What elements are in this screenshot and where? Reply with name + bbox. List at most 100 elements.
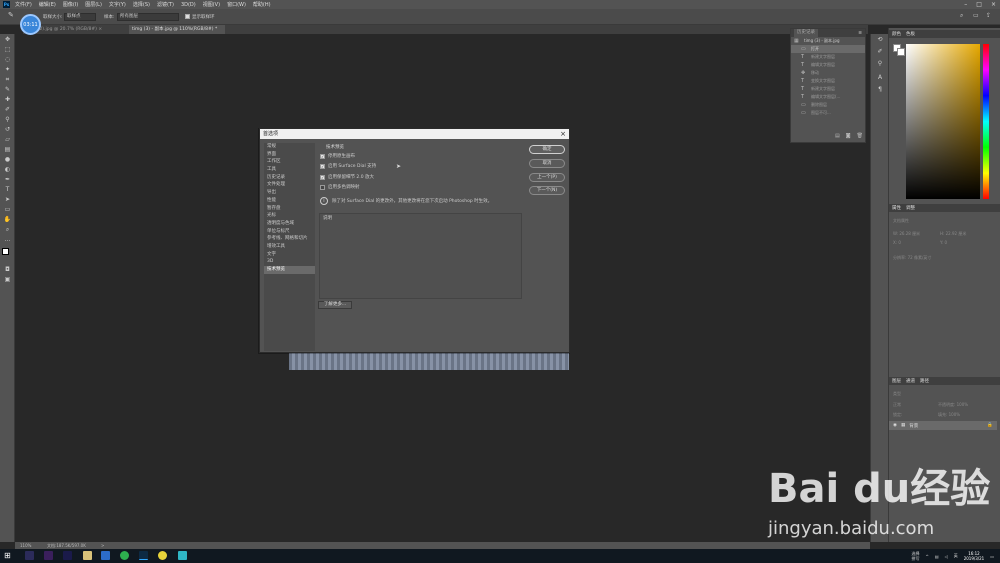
- properties-width[interactable]: W: 26.28 厘米: [893, 231, 920, 237]
- paragraph-panel-icon[interactable]: ¶: [875, 86, 885, 95]
- history-row[interactable]: T 编辑文字图层: [791, 61, 865, 69]
- search-icon[interactable]: ⌕: [960, 12, 963, 20]
- hue-slider[interactable]: [983, 44, 989, 199]
- category-tech-preview[interactable]: 技术预览: [264, 266, 315, 274]
- checkbox-checked-icon[interactable]: ✓: [320, 174, 325, 180]
- sample-select[interactable]: 所有图层: [117, 13, 179, 21]
- fill-field[interactable]: 填充: 100%: [938, 412, 960, 418]
- gradient-tool-icon[interactable]: ▤: [2, 146, 13, 154]
- category-workspace[interactable]: 工作区: [264, 158, 315, 166]
- file-explorer-icon[interactable]: [83, 551, 92, 560]
- path-select-tool-icon[interactable]: ➤: [2, 196, 13, 204]
- blur-tool-icon[interactable]: ●: [2, 156, 13, 164]
- zoom-level[interactable]: 110%: [20, 543, 31, 548]
- history-row[interactable]: ▭ 图层不可...: [791, 109, 865, 117]
- opacity-field[interactable]: 不透明度: 100%: [938, 402, 968, 408]
- properties-x[interactable]: X: 0: [893, 240, 901, 245]
- hand-tool-icon[interactable]: ✋: [2, 216, 13, 224]
- menu-edit[interactable]: 编辑(E): [39, 1, 56, 8]
- clone-source-icon[interactable]: ⚲: [875, 60, 885, 69]
- category-scratch-disks[interactable]: 暂存盘: [264, 205, 315, 213]
- category-export[interactable]: 导出: [264, 189, 315, 197]
- tab-swatches[interactable]: 色板: [906, 31, 915, 37]
- checkbox-checked-icon[interactable]: ✓: [320, 153, 325, 159]
- category-cursors[interactable]: 光标: [264, 212, 315, 220]
- premiere-pro-icon[interactable]: [44, 551, 53, 560]
- properties-height[interactable]: H: 22.92 厘米: [940, 231, 966, 237]
- blend-mode-select[interactable]: 正常: [893, 402, 901, 408]
- dialog-close-button[interactable]: ×: [560, 129, 566, 139]
- more-tools-icon[interactable]: …: [2, 236, 13, 244]
- crop-tool-icon[interactable]: ⌗: [2, 76, 13, 84]
- category-history[interactable]: 历史记录: [264, 174, 315, 182]
- checkbox-unchecked-icon[interactable]: [320, 184, 325, 190]
- app-icon-teal[interactable]: [178, 551, 187, 560]
- category-tools[interactable]: 工具: [264, 166, 315, 174]
- ime-lang[interactable]: 选择 拼写: [911, 551, 919, 561]
- ime-indicator[interactable]: 英: [954, 553, 958, 559]
- brush-tool-icon[interactable]: ✐: [2, 106, 13, 114]
- option-row[interactable]: ✓ 启用保留细节 2.0 放大: [320, 174, 374, 180]
- category-plugins[interactable]: 增效工具: [264, 243, 315, 251]
- history-snapshot[interactable]: ▦ timg (3) - 副本.jpg: [791, 37, 865, 45]
- history-brush-tool-icon[interactable]: ↺: [2, 126, 13, 134]
- history-row[interactable]: ▭ 打开: [791, 45, 865, 53]
- notification-icon[interactable]: ▭: [990, 554, 994, 559]
- panel-menu-icon[interactable]: ≡: [858, 31, 862, 36]
- dodge-tool-icon[interactable]: ◐: [2, 166, 13, 174]
- ok-button[interactable]: 确定: [529, 145, 565, 154]
- screen-mode-icon[interactable]: ▣: [2, 276, 13, 284]
- tab-history[interactable]: 历史记录: [794, 29, 818, 37]
- menu-image[interactable]: 图像(I): [63, 1, 78, 8]
- volume-icon[interactable]: ◁: [945, 554, 948, 559]
- trash-icon[interactable]: 🗑: [857, 133, 863, 139]
- tab-channels[interactable]: 通道: [906, 378, 915, 384]
- menu-help[interactable]: 帮助(H): [253, 1, 271, 8]
- show-ring-checkbox[interactable]: [185, 14, 190, 19]
- new-document-icon[interactable]: ▤: [835, 133, 840, 139]
- download-icon[interactable]: [101, 551, 110, 560]
- category-units[interactable]: 单位与标尺: [264, 228, 315, 236]
- pen-tool-icon[interactable]: ✒: [2, 176, 13, 184]
- network-icon[interactable]: ▤: [935, 554, 939, 559]
- checkbox-checked-icon[interactable]: ✓: [320, 163, 325, 169]
- tab-layers[interactable]: 图层: [892, 378, 901, 384]
- lasso-tool-icon[interactable]: ◌: [2, 56, 13, 64]
- layer-row-background[interactable]: ◉ ▦ 背景 🔒: [889, 421, 997, 430]
- quick-mask-icon[interactable]: ◘: [2, 266, 13, 274]
- category-transparency[interactable]: 透明度与色域: [264, 220, 315, 228]
- menu-type[interactable]: 文字(Y): [109, 1, 126, 8]
- tab-adjustments[interactable]: 调整: [906, 205, 915, 211]
- premiere-icon[interactable]: [25, 551, 34, 560]
- option-row[interactable]: ✓ 停用原生画布: [320, 153, 355, 159]
- eraser-tool-icon[interactable]: ▱: [2, 136, 13, 144]
- camera-icon[interactable]: ◙: [846, 133, 851, 139]
- history-row[interactable]: T 新建文字图层: [791, 85, 865, 93]
- eye-visibility-icon[interactable]: ◉: [893, 423, 897, 428]
- type-tool-icon[interactable]: T: [2, 186, 13, 194]
- tab-paths[interactable]: 路径: [920, 378, 929, 384]
- category-3d[interactable]: 3D: [264, 258, 315, 266]
- tab-color[interactable]: 颜色: [892, 31, 901, 37]
- close-icon[interactable]: ×: [991, 1, 996, 8]
- status-menu-arrow[interactable]: >: [101, 543, 104, 548]
- prev-button[interactable]: 上一个(P): [529, 173, 565, 182]
- healing-tool-icon[interactable]: ✚: [2, 96, 13, 104]
- move-tool-icon[interactable]: ✥: [2, 36, 13, 44]
- option-row[interactable]: ✓ 启用 Surface Dial 支持: [320, 163, 376, 169]
- tab-properties[interactable]: 属性: [892, 205, 901, 211]
- stamp-tool-icon[interactable]: ⚲: [2, 116, 13, 124]
- menu-file[interactable]: 文件(F): [15, 1, 32, 8]
- quick-select-tool-icon[interactable]: ✦: [2, 66, 13, 74]
- zoom-tool-icon[interactable]: ⌕: [2, 226, 13, 234]
- color-picker-field[interactable]: [906, 44, 980, 199]
- history-row[interactable]: ✥ 移动: [791, 69, 865, 77]
- properties-y[interactable]: Y: 0: [940, 240, 947, 245]
- browser-icon[interactable]: [120, 551, 129, 560]
- menu-select[interactable]: 选择(S): [133, 1, 150, 8]
- background-swatch[interactable]: [897, 48, 905, 56]
- shape-tool-icon[interactable]: ▭: [2, 206, 13, 214]
- character-panel-icon[interactable]: A: [875, 74, 885, 83]
- category-performance[interactable]: 性能: [264, 197, 315, 205]
- workspace-icon[interactable]: ▭: [973, 12, 979, 19]
